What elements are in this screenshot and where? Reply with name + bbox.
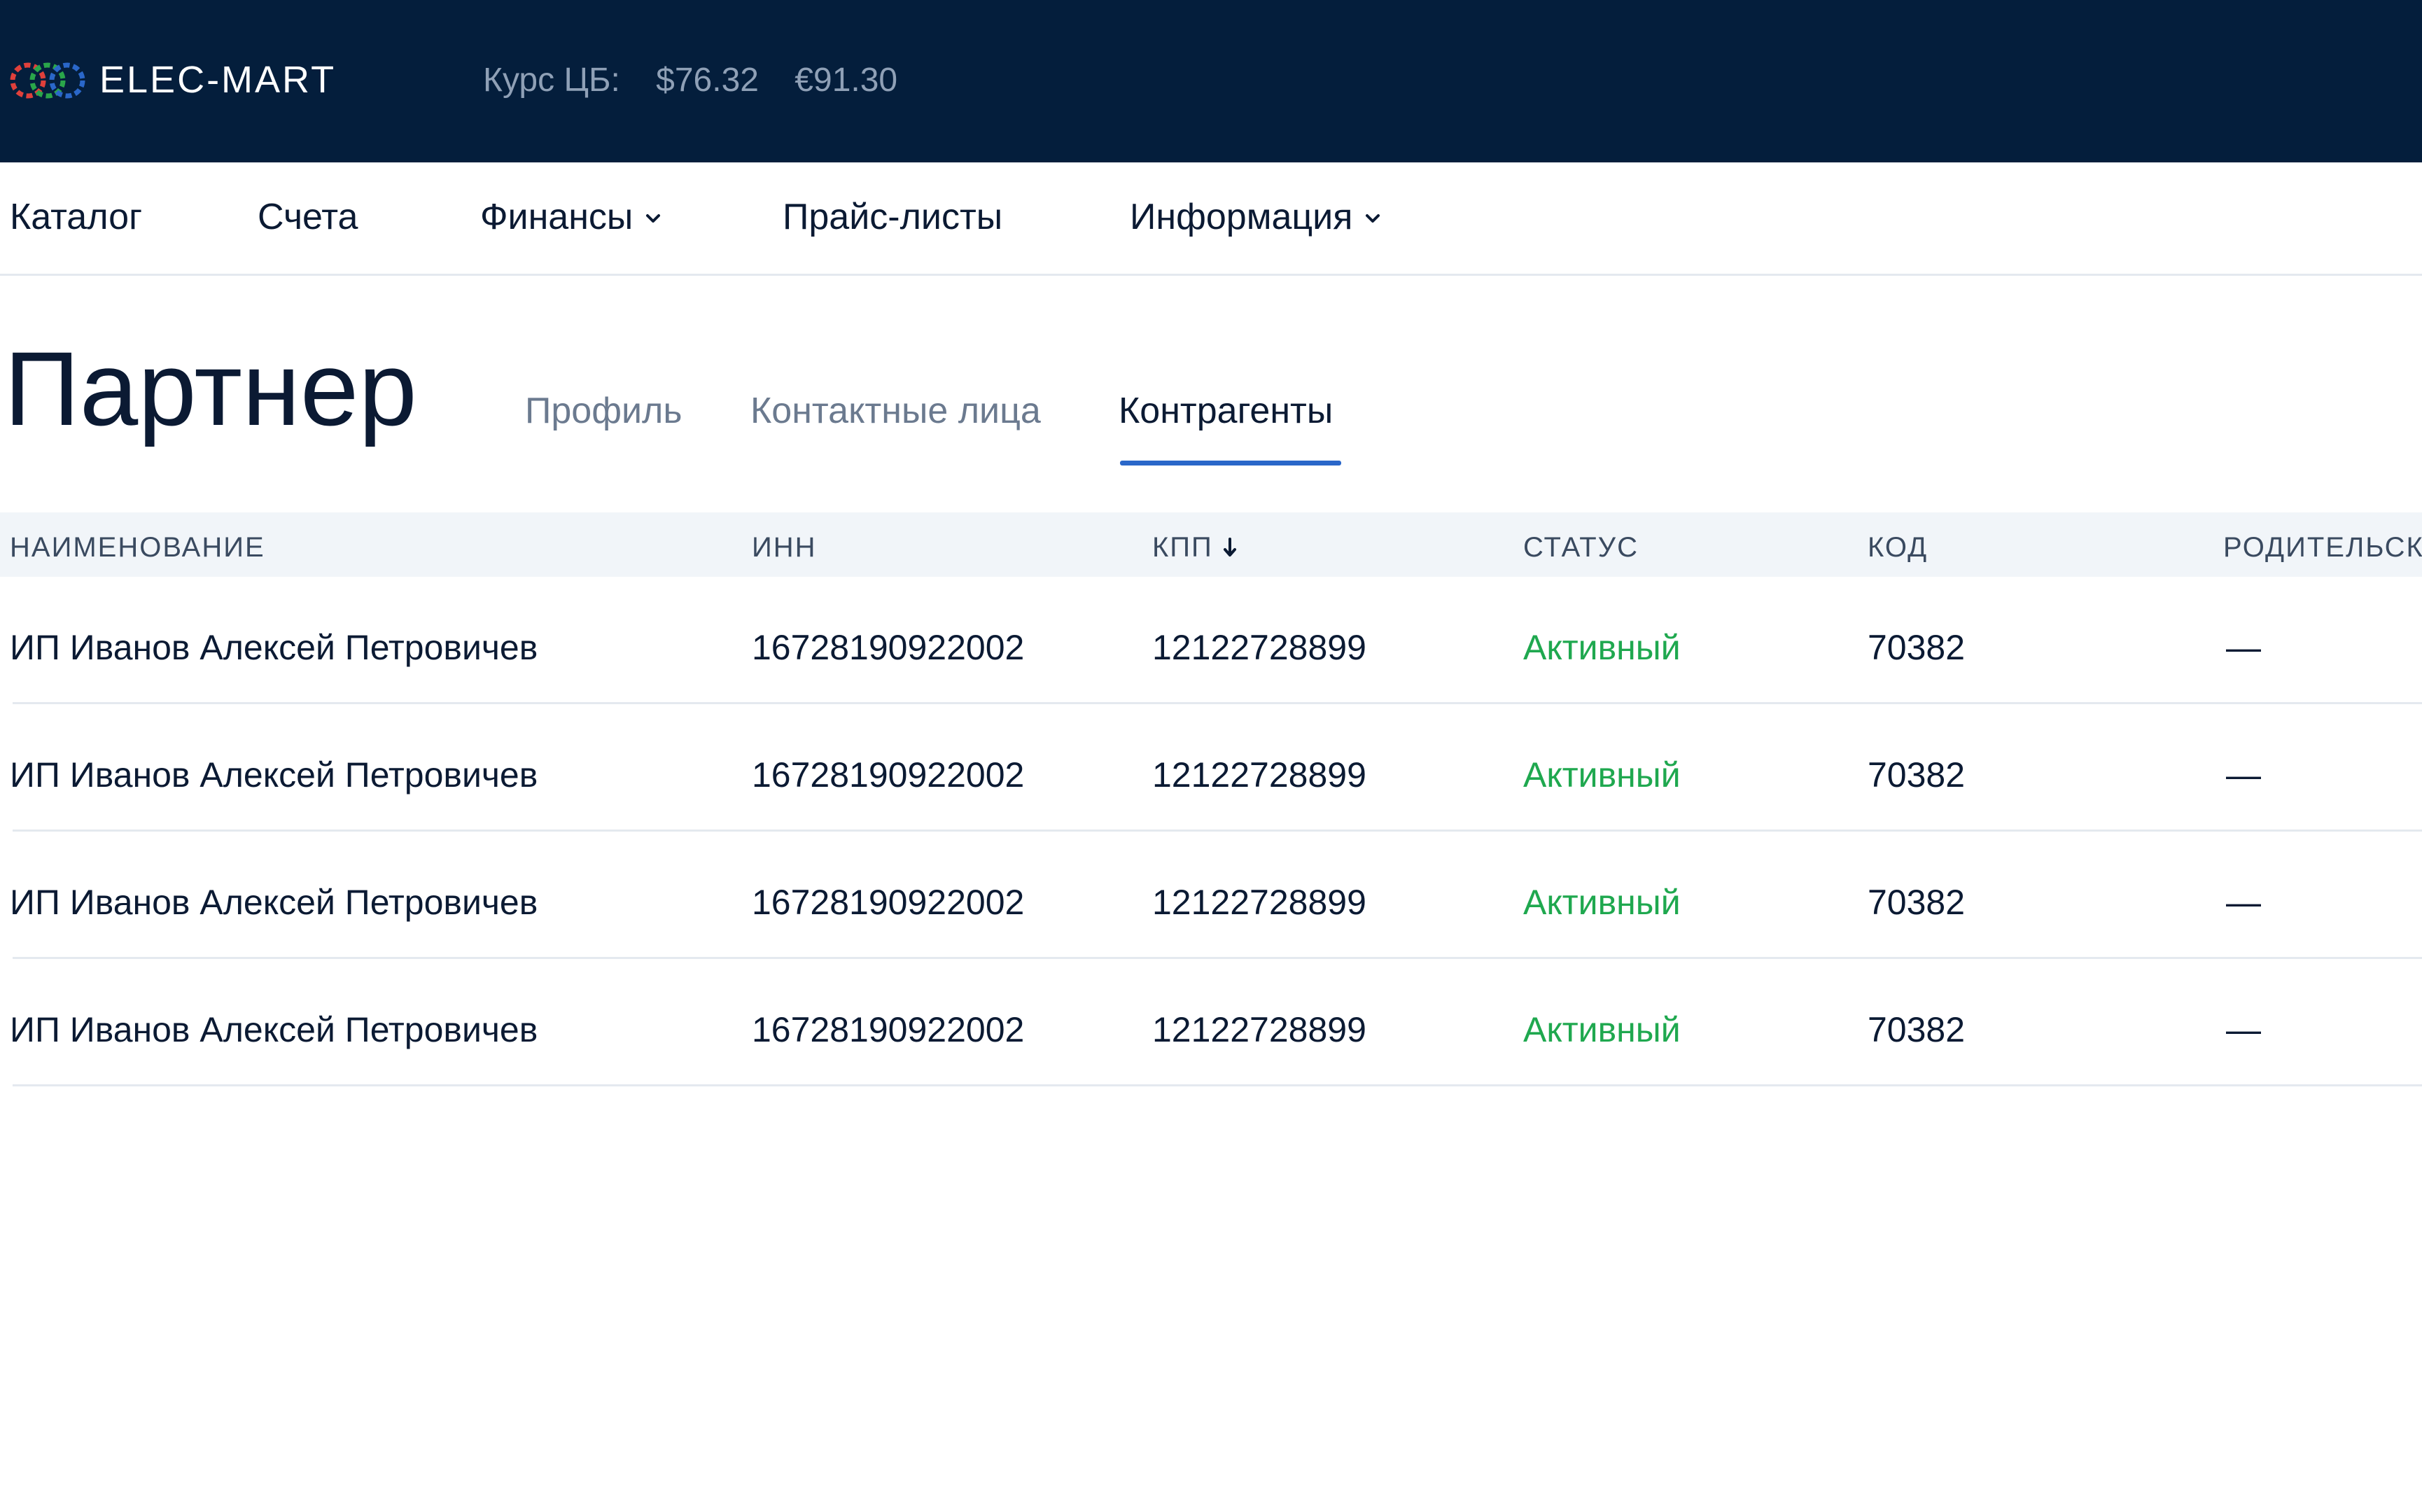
- rate-usd: $76.32: [656, 62, 759, 99]
- tab-counterparties[interactable]: Контрагенты: [1119, 388, 1333, 434]
- nav-item-finance[interactable]: Финансы: [480, 194, 662, 240]
- cell-name: ИП Иванов Алексей Петровичев: [10, 628, 538, 667]
- status-badge: Активный: [1523, 755, 1681, 794]
- status-badge: Активный: [1523, 1010, 1681, 1049]
- column-header-label: КОД: [1868, 532, 1928, 563]
- cell-code: 70382: [1868, 628, 1966, 667]
- elec-mart-logo-icon[interactable]: [7, 53, 88, 108]
- cell-code: 70382: [1868, 883, 1966, 922]
- sort-arrow-down-icon: [1223, 538, 1236, 556]
- chevron-down-icon: [1366, 214, 1380, 223]
- rate-eur: €91.30: [794, 62, 898, 99]
- column-header-label: РОДИТЕЛЬСКА: [2223, 532, 2422, 563]
- cell-code: 70382: [1868, 1010, 1966, 1049]
- column-header-label: ИНН: [752, 532, 817, 563]
- table-row[interactable]: ИП Иванов Алексей Петровичев 16728190922…: [0, 959, 2422, 1086]
- column-header-label: СТАТУС: [1523, 532, 1639, 563]
- cell-name: ИП Иванов Алексей Петровичев: [10, 755, 538, 794]
- cell-inn: 16728190922002: [752, 1010, 1025, 1049]
- top-bar: ELEC-MART Курс ЦБ: $76.32 €91.30: [0, 0, 2422, 162]
- main-nav: Каталог Счета Финансы Прайс-листы Информ…: [0, 162, 2422, 276]
- column-header-inn[interactable]: ИНН: [752, 531, 817, 564]
- cell-kpp: 12122728899: [1152, 1010, 1366, 1049]
- nav-item-label: Прайс-листы: [783, 197, 1003, 237]
- brand-name[interactable]: ELEC-MART: [99, 57, 336, 102]
- cell-kpp: 12122728899: [1152, 628, 1366, 667]
- table-row[interactable]: ИП Иванов Алексей Петровичев 16728190922…: [0, 832, 2422, 959]
- cell-parent: —: [2226, 883, 2261, 922]
- cell-parent: —: [2226, 628, 2261, 667]
- cell-inn: 16728190922002: [752, 755, 1025, 794]
- column-header-code[interactable]: КОД: [1868, 531, 1928, 564]
- nav-item-invoices[interactable]: Счета: [258, 194, 358, 240]
- rate-label: Курс ЦБ:: [483, 62, 620, 99]
- table-header: НАИМЕНОВАНИЕ ИНН КПП СТАТУС КОД РОДИТЕЛЬ…: [0, 512, 2422, 577]
- cell-inn: 16728190922002: [752, 883, 1025, 922]
- nav-item-information[interactable]: Информация: [1130, 194, 1382, 240]
- nav-item-catalog[interactable]: Каталог: [10, 194, 142, 240]
- column-header-label: НАИМЕНОВАНИЕ: [10, 532, 265, 563]
- exchange-rates: Курс ЦБ: $76.32 €91.30: [483, 59, 897, 102]
- cell-parent: —: [2226, 755, 2261, 794]
- cell-code: 70382: [1868, 755, 1966, 794]
- cell-kpp: 12122728899: [1152, 755, 1366, 794]
- status-badge: Активный: [1523, 628, 1681, 667]
- chevron-down-icon: [646, 214, 661, 223]
- nav-item-price-lists[interactable]: Прайс-листы: [783, 194, 1002, 240]
- tab-profile[interactable]: Профиль: [525, 388, 682, 434]
- cell-parent: —: [2226, 1010, 2261, 1049]
- nav-item-label: Финансы: [480, 197, 634, 237]
- cell-kpp: 12122728899: [1152, 883, 1366, 922]
- tab-contacts[interactable]: Контактные лица: [750, 388, 1041, 434]
- cell-inn: 16728190922002: [752, 628, 1025, 667]
- column-header-parent[interactable]: РОДИТЕЛЬСКА: [2223, 531, 2422, 564]
- nav-item-label: Информация: [1130, 197, 1353, 237]
- nav-item-label: Каталог: [10, 197, 143, 237]
- column-header-name[interactable]: НАИМЕНОВАНИЕ: [10, 531, 265, 564]
- active-tab-indicator: [1120, 461, 1341, 465]
- nav-item-label: Счета: [258, 197, 358, 237]
- row-divider: [13, 1084, 2422, 1086]
- table-row[interactable]: ИП Иванов Алексей Петровичев 16728190922…: [0, 577, 2422, 704]
- page-title: Партнер: [4, 330, 417, 447]
- column-header-status[interactable]: СТАТУС: [1523, 531, 1639, 564]
- column-header-label: КПП: [1152, 532, 1213, 563]
- table-row[interactable]: ИП Иванов Алексей Петровичев 16728190922…: [0, 704, 2422, 832]
- cell-name: ИП Иванов Алексей Петровичев: [10, 1010, 538, 1049]
- column-header-kpp[interactable]: КПП: [1152, 531, 1238, 564]
- cell-name: ИП Иванов Алексей Петровичев: [10, 883, 538, 922]
- status-badge: Активный: [1523, 883, 1681, 922]
